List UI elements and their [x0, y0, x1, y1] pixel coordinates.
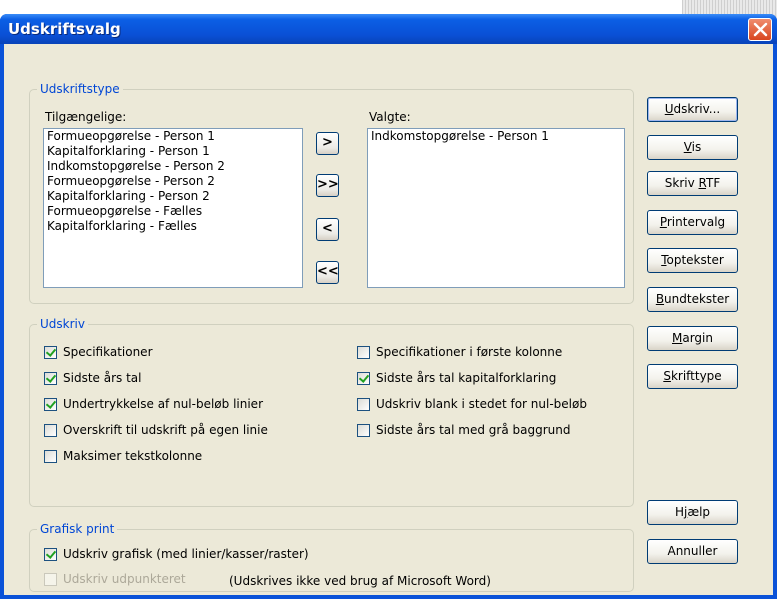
selected-label: Valgte:	[369, 110, 411, 124]
checkbox-label: Sidste års tal	[63, 371, 142, 385]
checkbox[interactable]	[44, 449, 57, 463]
available-list-item[interactable]: Kapitalforklaring - Person 1	[44, 144, 302, 159]
available-list[interactable]: Formueopgørelse - Person 1 Kapitalforklar…	[43, 128, 303, 288]
available-list-item[interactable]: Formueopgørelse - Fælles	[44, 204, 302, 219]
available-label: Tilgængelige:	[45, 110, 127, 124]
add-button[interactable]: >	[316, 132, 339, 155]
toptekster-button[interactable]: Toptekster	[647, 248, 738, 273]
hjaelp-button[interactable]: Hjælp	[647, 500, 738, 525]
udskriv-button[interactable]: Udskriv...	[647, 97, 738, 122]
title-bar[interactable]: Udskriftsvalg	[0, 14, 777, 44]
checkbox[interactable]	[357, 345, 370, 359]
word-note: (Udskrives ikke ved brug af Microsoft Wo…	[229, 574, 491, 588]
checkbox-option[interactable]: Sidste års tal kapitalforklaring	[357, 371, 556, 385]
available-list-item[interactable]: Formueopgørelse - Person 1	[44, 129, 302, 144]
checkbox	[44, 572, 57, 586]
skriv-rtf-button[interactable]: Skriv RTF	[647, 171, 738, 196]
udskriv-group: Udskriv Specifikationer Sidste års tal Und…	[29, 317, 634, 507]
checkbox-option[interactable]: Maksimer tekstkolonne	[44, 449, 202, 463]
checkbox-option[interactable]: Specifikationer	[44, 345, 153, 359]
available-list-item[interactable]: Kapitalforklaring - Fælles	[44, 219, 302, 234]
remove-button[interactable]: <	[316, 218, 339, 241]
checkbox[interactable]	[44, 423, 57, 437]
checkbox-label: Sidste års tal med grå baggrund	[376, 423, 571, 437]
udskriftstype-group: Udskriftstype Tilgængelige: Formueopgøre…	[29, 82, 634, 304]
close-button[interactable]	[748, 18, 772, 41]
checkbox-label: Udskriv blank i stedet for nul-beløb	[376, 397, 587, 411]
window-title: Udskriftsvalg	[8, 20, 121, 38]
grafisk-print-group: Grafisk print Udskriv grafisk (med linie…	[29, 522, 634, 592]
udskriv-legend: Udskriv	[37, 317, 88, 331]
checkbox-label: Specifikationer	[63, 345, 153, 359]
checkbox-label: Maksimer tekstkolonne	[63, 449, 203, 463]
udskriftstype-legend: Udskriftstype	[37, 82, 123, 96]
bundtekster-button[interactable]: Bundtekster	[647, 287, 738, 312]
checkbox-option: Udskriv udpunkteret	[44, 572, 186, 586]
checkbox-label: Udskriv udpunkteret	[63, 572, 186, 586]
checkbox-option[interactable]: Sidste års tal	[44, 371, 141, 385]
checkbox-option[interactable]: Specifikationer i første kolonne	[357, 345, 562, 359]
checkbox[interactable]	[44, 371, 57, 385]
available-list-item[interactable]: Indkomstopgørelse - Person 2	[44, 159, 302, 174]
add-all-button[interactable]: >>	[316, 174, 339, 197]
annuller-button[interactable]: Annuller	[647, 539, 738, 564]
checkbox[interactable]	[357, 371, 370, 385]
checkbox[interactable]	[357, 397, 370, 411]
checkbox-label: Specifikationer i første kolonne	[376, 345, 563, 359]
selected-list-item[interactable]: Indkomstopgørelse - Person 1	[368, 129, 624, 144]
checkbox[interactable]	[44, 345, 57, 359]
checkbox[interactable]	[44, 547, 57, 561]
checkbox-label: Overskrift til udskrift på egen linie	[63, 423, 268, 437]
available-list-item[interactable]: Formueopgørelse - Person 2	[44, 174, 302, 189]
checkbox-label: Udskriv grafisk (med linier/kasser/raste…	[63, 547, 309, 561]
grafisk-print-legend: Grafisk print	[37, 522, 118, 536]
checkbox-option[interactable]: Udskriv grafisk (med linier/kasser/raste…	[44, 547, 309, 561]
available-list-item[interactable]: Kapitalforklaring - Person 2	[44, 189, 302, 204]
checkbox-label: Sidste års tal kapitalforklaring	[376, 371, 557, 385]
checkbox-option[interactable]: Udskriv blank i stedet for nul-beløb	[357, 397, 587, 411]
close-icon	[753, 22, 768, 37]
checkbox-option[interactable]: Overskrift til udskrift på egen linie	[44, 423, 268, 437]
remove-all-button[interactable]: <<	[316, 261, 339, 284]
margin-button[interactable]: Margin	[647, 326, 738, 351]
checkbox-option[interactable]: Sidste års tal med grå baggrund	[357, 423, 570, 437]
checkbox-label: Undertrykkelse af nul-beløb linier	[63, 397, 263, 411]
printervalg-button[interactable]: Printervalg	[647, 210, 738, 235]
dialog-body: Udskriftstype Tilgængelige: Formueopgøre…	[4, 44, 773, 595]
checkbox[interactable]	[44, 397, 57, 411]
checkbox[interactable]	[357, 423, 370, 437]
selected-list[interactable]: Indkomstopgørelse - Person 1	[367, 128, 625, 288]
dialog-window: Udskriftsvalg Udskriftstype Tilgængelige…	[0, 14, 777, 599]
vis-button[interactable]: Vis	[647, 135, 738, 160]
checkbox-option[interactable]: Undertrykkelse af nul-beløb linier	[44, 397, 263, 411]
skrifttype-button[interactable]: Skrifttype	[647, 364, 738, 389]
